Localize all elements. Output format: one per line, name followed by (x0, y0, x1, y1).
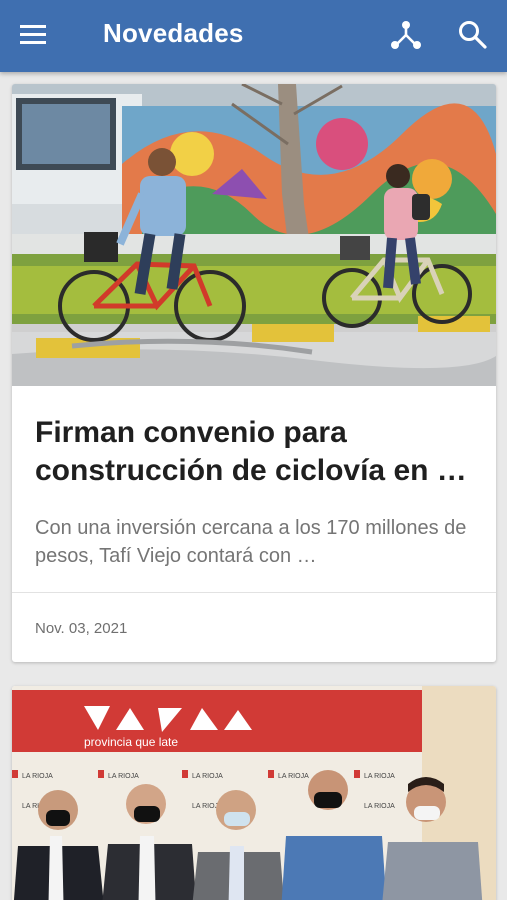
backdrop-logo-text: LA RIOJA (108, 773, 139, 780)
cyclists-mural-photo (12, 84, 496, 386)
backdrop-logo-text: LA RIOJA (364, 803, 395, 810)
menu-icon (20, 25, 46, 44)
news-card[interactable]: Firman convenio para construcción de cic… (12, 84, 496, 662)
backdrop-logo-text: LA RIOJA (22, 773, 53, 780)
article-title[interactable]: Firman convenio para construcción de cic… (35, 414, 475, 490)
backdrop-logo-text: LA RIOJA (278, 773, 309, 780)
article-image[interactable]: provincia que late LA RIOJA LA RIOJA LA … (12, 686, 496, 900)
page-title: Novedades (103, 18, 244, 48)
banner-tagline: provincia que late (84, 735, 178, 749)
menu-button[interactable] (18, 20, 58, 52)
article-date: Nov. 03, 2021 (35, 620, 128, 637)
share-button[interactable] (390, 18, 422, 52)
divider (12, 592, 496, 593)
backdrop-logo-text: LA RIOJA (364, 773, 395, 780)
article-excerpt: Con una inversión cercana a los 170 mill… (35, 517, 467, 567)
share-icon (391, 21, 421, 49)
search-button[interactable] (456, 18, 490, 52)
search-icon (459, 21, 487, 49)
article-image[interactable] (12, 84, 496, 386)
officials-group-photo: provincia que late LA RIOJA LA RIOJA LA … (12, 686, 496, 900)
backdrop-logo-text: LA RIOJA (192, 773, 223, 780)
news-card[interactable]: provincia que late LA RIOJA LA RIOJA LA … (12, 686, 496, 900)
app-bar: Novedades (0, 0, 507, 72)
banner (12, 690, 422, 752)
